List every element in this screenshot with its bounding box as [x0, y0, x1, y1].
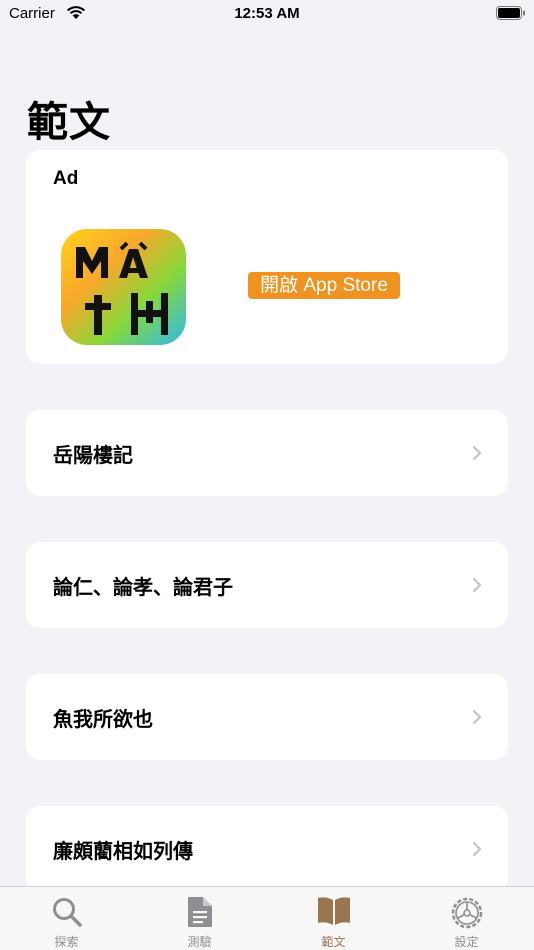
list-item-label: 岳陽樓記	[53, 445, 133, 467]
tab-settings[interactable]: 設定	[400, 887, 533, 950]
list-item-label: 魚我所欲也	[53, 709, 153, 731]
list-item[interactable]: 論仁、論孝、論君子	[26, 542, 508, 628]
document-icon	[187, 897, 212, 927]
tab-quiz[interactable]: 測驗	[133, 887, 266, 950]
chevron-right-icon	[472, 841, 482, 857]
book-icon	[317, 897, 350, 925]
tab-bar: 探索 測驗 範文 設定	[0, 886, 534, 950]
list-item[interactable]: 岳陽樓記	[26, 410, 508, 496]
open-app-store-button[interactable]: 開啟 App Store	[248, 272, 400, 299]
tab-essays[interactable]: 範文	[267, 887, 400, 950]
tab-label: 設定	[454, 935, 479, 949]
status-bar: Carrier 12:53 AM	[0, 0, 534, 30]
page-title: 範文	[27, 99, 111, 145]
tab-label: 範文	[321, 935, 346, 949]
ad-label: Ad	[53, 168, 79, 189]
battery-icon	[496, 6, 525, 20]
chevron-right-icon	[472, 577, 482, 593]
tab-explore[interactable]: 探索	[0, 887, 133, 950]
search-icon	[52, 898, 82, 927]
gear-icon	[451, 897, 482, 929]
chevron-right-icon	[472, 445, 482, 461]
list-item-label: 廉頗藺相如列傳	[53, 841, 193, 863]
list-item-label: 論仁、論孝、論君子	[53, 577, 233, 599]
chevron-right-icon	[472, 709, 482, 725]
ad-card[interactable]: Ad 開啟 App Store	[26, 150, 508, 364]
list-item[interactable]: 廉頗藺相如列傳	[26, 806, 508, 892]
math-app-icon[interactable]	[61, 229, 186, 345]
status-time: 12:53 AM	[234, 5, 300, 22]
tab-label: 測驗	[187, 935, 212, 949]
tab-label: 探索	[54, 935, 79, 949]
list-item[interactable]: 魚我所欲也	[26, 674, 508, 760]
